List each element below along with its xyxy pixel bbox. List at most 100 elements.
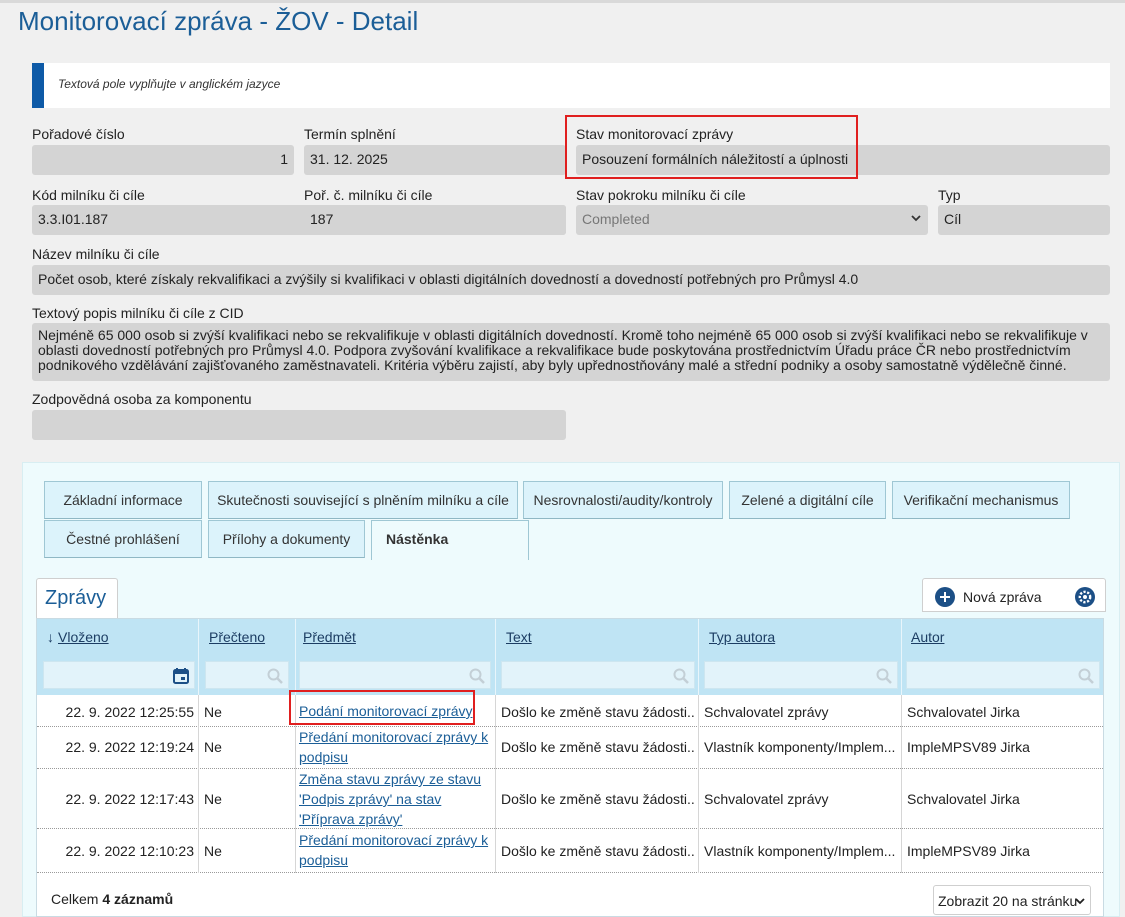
cell-precteno: Ne [204,791,222,807]
highlight-stav-zpravy [565,115,858,179]
por-milniku-field: 187 [304,205,566,235]
cell-precteno: Ne [204,739,222,755]
tab-skutecnosti[interactable]: Skutečnosti související s plněním milník… [208,481,518,519]
gear-icon[interactable] [1075,587,1095,607]
plus-circle-icon [935,587,955,607]
calendar-icon[interactable] [172,667,190,685]
cell-autor: ImpleMPSV89 Jirka [907,843,1030,859]
messages-table: ↓ Vloženo Přečteno Předmět Text Typ autor… [36,618,1104,917]
cell-text: Došlo ke změně stavu žádosti... [501,843,694,859]
stav-pokroku-value: Completed [582,211,650,227]
page-title: Monitorovací zpráva - ŽOV - Detail [18,6,419,36]
header-separator [698,619,699,695]
cell-precteno: Ne [204,704,222,720]
cell-typ-autora: Schvalovatel zprávy [704,791,829,807]
column-vlozeno[interactable]: ↓ Vloženo [47,629,109,645]
nazev-label: Název milníku či cíle [32,246,160,262]
cell-text: Došlo ke změně stavu žádosti... [501,704,694,720]
column-vlozeno-label: Vloženo [58,629,109,645]
cell-typ-autora: Vlastník komponenty/Implem... [704,739,896,755]
tab-zelene-digitalni[interactable]: Zelené a digitální cíle [729,481,886,519]
filter-autor-input[interactable] [906,661,1100,689]
search-icon [1078,668,1094,684]
header-separator [495,619,496,695]
sort-down-icon: ↓ [47,629,54,645]
cell-vlozeno: 22. 9. 2022 12:25:55 [65,704,194,720]
page-size-value: Zobrazit 20 na stránku [938,893,1078,909]
cell-autor: ImpleMPSV89 Jirka [907,739,1030,755]
cell-vlozeno: 22. 9. 2022 12:17:43 [65,791,194,807]
table-header: ↓ Vloženo Přečteno Předmět Text Typ autor… [37,619,1103,695]
cell-text: Došlo ke změně stavu žádosti... [501,791,694,807]
header-separator [198,619,199,695]
column-separator [698,695,699,873]
column-precteno[interactable]: Přečteno [209,629,265,645]
cell-precteno: Ne [204,843,222,859]
poradove-cislo-field: 1 [32,145,294,175]
highlight-predmet [289,690,475,725]
table-row[interactable]: 22. 9. 2022 12:19:24 Ne Předání monitoro… [37,727,1103,769]
table-row[interactable]: 22. 9. 2022 12:10:23 Ne Předání monitoro… [37,829,1103,873]
column-typ-autora[interactable]: Typ autora [709,629,775,645]
search-icon [876,668,892,684]
chevron-down-icon [1075,898,1085,905]
column-autor[interactable]: Autor [911,629,944,645]
header-separator [901,619,902,695]
popis-label: Textový popis milníku či cíle z CID [32,305,244,321]
column-separator [495,695,496,873]
column-separator [901,695,902,873]
total-prefix: Celkem [51,891,103,907]
filter-text-input[interactable] [501,661,695,689]
poradove-cislo-label: Pořadové číslo [32,126,125,142]
cell-predmet-link[interactable]: Předání monitorovací zprávy k podpisu [299,727,491,767]
filter-vlozeno-input[interactable] [43,661,195,689]
termin-splneni-label: Termín splnění [304,126,396,142]
cell-predmet-link[interactable]: Změna stavu zprávy ze stavu 'Podpis zprá… [299,769,491,829]
column-predmet[interactable]: Předmět [303,629,356,645]
tab-nesrovnalosti[interactable]: Nesrovnalosti/audity/kontroly [523,481,723,519]
search-icon [469,668,485,684]
tab-zpravy[interactable]: Zprávy [36,578,118,618]
filter-precteno-input[interactable] [205,661,289,689]
messages-toolbar: Nová zpráva [922,578,1106,612]
total-count: 4 záznamů [102,891,174,907]
cell-autor: Schvalovatel Jirka [907,791,1020,807]
cell-predmet-link[interactable]: Předání monitorovací zprávy k podpisu [299,830,491,870]
odpovedna-osoba-label: Zodpovědná osoba za komponentu [32,391,252,407]
cell-autor: Schvalovatel Jirka [907,704,1020,720]
cell-text: Došlo ke změně stavu žádosti... [501,739,694,755]
tab-verifikacni-mechanismus[interactable]: Verifikační mechanismus [892,481,1070,519]
tab-cestne-prohlaseni[interactable]: Čestné prohlášení [44,520,202,558]
cell-vlozeno: 22. 9. 2022 12:19:24 [65,739,194,755]
stav-pokroku-label: Stav pokroku milníku či cíle [576,187,746,203]
search-icon [267,668,283,684]
page-size-select[interactable]: Zobrazit 20 na stránku [933,885,1091,915]
filter-predmet-input[interactable] [299,661,491,689]
new-message-button[interactable]: Nová zpráva [935,587,1042,607]
typ-field: Cíl [938,205,1110,235]
nazev-field: Počet osob, které získaly rekvalifikaci … [32,265,1110,295]
tab-zakladni-informace[interactable]: Základní informace [44,481,202,519]
table-row[interactable]: 22. 9. 2022 12:17:43 Ne Změna stavu zprá… [37,769,1103,829]
top-border [0,0,1125,3]
termin-splneni-field: 31. 12. 2025 [304,145,566,175]
odpovedna-osoba-field [32,410,566,440]
stav-pokroku-select[interactable]: Completed [576,205,928,235]
column-text[interactable]: Text [506,629,532,645]
header-separator [295,619,296,695]
column-separator [198,695,199,873]
typ-label: Typ [938,187,961,203]
filter-typ-autora-input[interactable] [704,661,898,689]
popis-field: Nejméně 65 000 osob si zvýší kvalifikaci… [32,323,1110,381]
search-icon [673,668,689,684]
cell-typ-autora: Schvalovatel zprávy [704,704,829,720]
language-notice: Textová pole vyplňujte v anglickém jazyc… [32,63,1110,108]
por-milniku-label: Poř. č. milníku či cíle [304,187,433,203]
kod-milniku-label: Kód milníku či cíle [32,187,145,203]
new-message-label: Nová zpráva [963,589,1042,605]
cell-vlozeno: 22. 9. 2022 12:10:23 [65,843,194,859]
cell-typ-autora: Vlastník komponenty/Implem... [704,843,896,859]
tab-prilohy-dokumenty[interactable]: Přílohy a dokumenty [208,520,365,558]
table-row[interactable]: 22. 9. 2022 12:25:55 Ne Podání monitorov… [37,695,1103,727]
tab-nastenka[interactable]: Nástěnka [371,520,529,560]
